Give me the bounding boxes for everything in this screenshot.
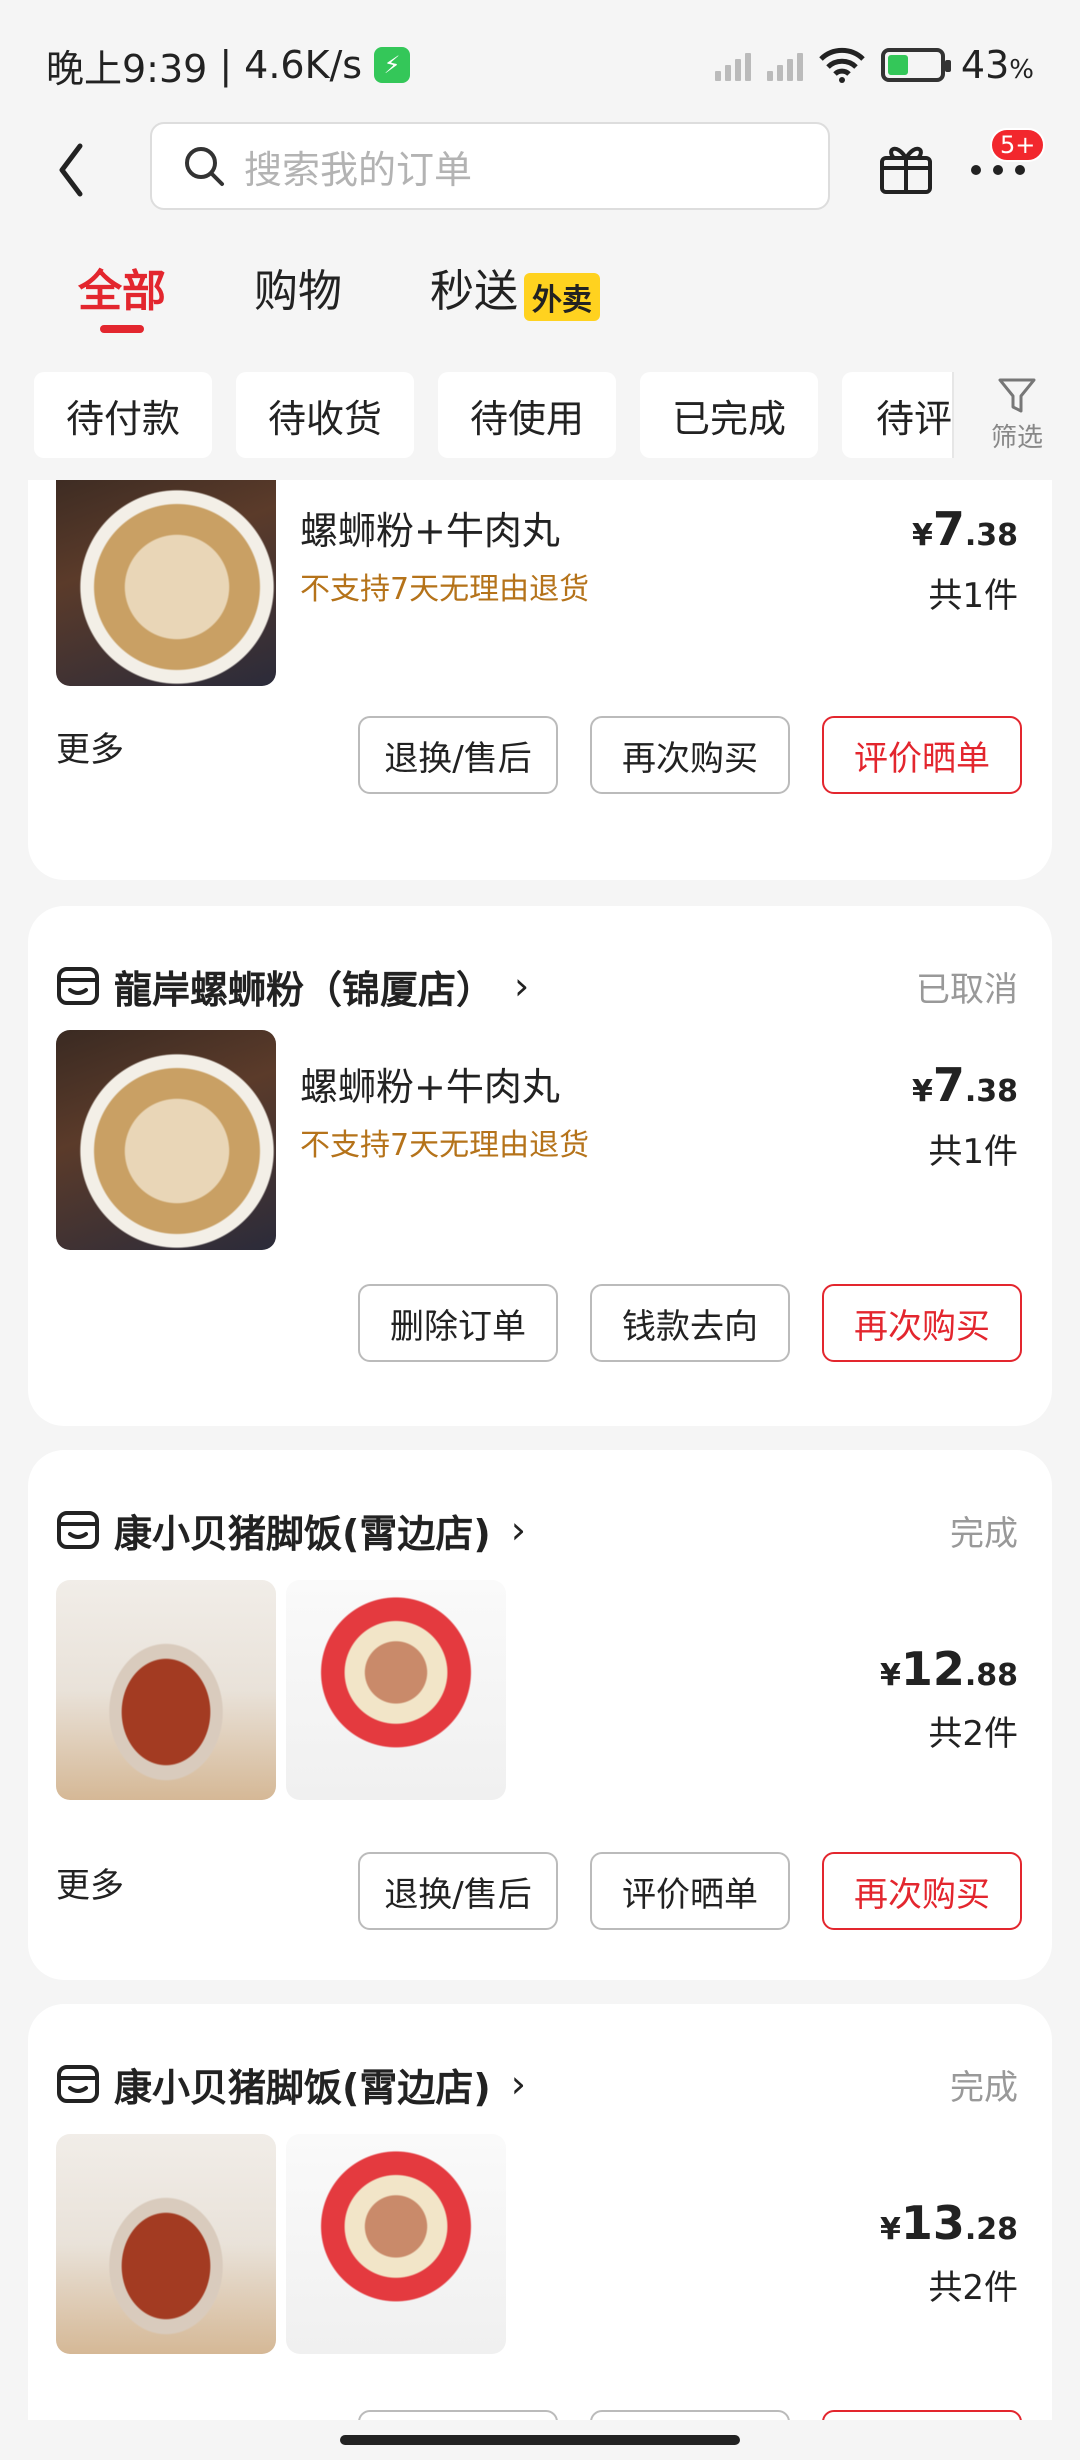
- order-action-button[interactable]: [590, 2410, 790, 2420]
- return-aftersale-button[interactable]: 退换/售后: [358, 716, 558, 794]
- signal-icon-2: [766, 49, 803, 81]
- shop-icon: [57, 2065, 99, 2103]
- chip-completed[interactable]: 已完成: [640, 372, 818, 458]
- product-image[interactable]: [286, 2134, 506, 2354]
- chevron-right-icon: ›: [510, 1508, 526, 1552]
- status-bar: 晚上9:39 | 4.6K/s ⚡ 43%: [0, 0, 1080, 130]
- product-image[interactable]: [286, 1580, 506, 1800]
- search-icon: [185, 147, 224, 186]
- chip-pending-receipt[interactable]: 待收货: [236, 372, 414, 458]
- top-header: 晚上9:39 | 4.6K/s ⚡ 43% 搜索我的订单 5+ 全部 购物 秒送…: [0, 0, 1080, 480]
- shop-header[interactable]: 康小贝猪脚饭(霄边店) ›: [56, 1502, 526, 1558]
- tab-bar: 全部 购物 秒送 外卖: [0, 255, 1080, 335]
- order-action-button[interactable]: [358, 2410, 558, 2420]
- item-name: 螺蛳粉+牛肉丸: [300, 1065, 560, 1109]
- shop-header[interactable]: 龍岸螺蛳粉（锦厦店） ›: [56, 958, 529, 1014]
- tab-express[interactable]: 秒送: [430, 255, 518, 319]
- order-card: 龍岸螺蛳粉（锦厦店） › 已取消 螺蛳粉+牛肉丸 不支持7天无理由退货 ¥7.3…: [28, 906, 1052, 1426]
- review-button[interactable]: 评价晒单: [822, 716, 1022, 794]
- tab-shopping[interactable]: 购物: [254, 255, 342, 319]
- item-note: 不支持7天无理由退货: [300, 572, 590, 607]
- chip-pending-use[interactable]: 待使用: [438, 372, 616, 458]
- chevron-right-icon: ›: [514, 964, 530, 1008]
- tab-active-indicator: [100, 325, 144, 333]
- shop-header[interactable]: 康小贝猪脚饭(霄边店) ›: [56, 2056, 526, 2112]
- order-price: ¥7.38: [911, 1058, 1018, 1112]
- item-name: 螺蛳粉+牛肉丸: [300, 509, 560, 553]
- wifi-icon: [819, 47, 865, 83]
- status-right: 43%: [714, 43, 1034, 87]
- filter-chips: 待付款 待收货 待使用 已完成 待评价 筛选: [0, 372, 1080, 458]
- order-price: ¥7.38: [911, 502, 1018, 556]
- product-image[interactable]: [56, 1580, 276, 1800]
- filter-button[interactable]: 筛选: [952, 372, 1080, 458]
- battery-percent: 43%: [960, 43, 1034, 87]
- filter-funnel-icon: [998, 378, 1036, 412]
- notification-badge: 5+: [990, 128, 1046, 162]
- order-quantity: 共1件: [928, 1132, 1018, 1172]
- order-price: ¥13.28: [879, 2196, 1018, 2250]
- product-image[interactable]: [56, 480, 276, 686]
- back-arrow-icon[interactable]: [50, 140, 100, 200]
- shop-name: 康小贝猪脚饭(霄边店): [114, 2065, 491, 2110]
- order-price: ¥12.88: [879, 1642, 1018, 1696]
- shop-icon: [57, 967, 99, 1005]
- order-card: 螺蛳粉+牛肉丸 不支持7天无理由退货 ¥7.38 共1件 更多 退换/售后 再次…: [28, 480, 1052, 880]
- search-placeholder: 搜索我的订单: [244, 147, 473, 192]
- order-card: 康小贝猪脚饭(霄边店) › 完成 ¥12.88 共2件 更多 退换/售后 评价晒…: [28, 1450, 1052, 1980]
- buy-again-button[interactable]: 再次购买: [822, 1284, 1022, 1362]
- buy-again-button[interactable]: 再次购买: [822, 1852, 1022, 1930]
- search-input[interactable]: 搜索我的订单: [150, 122, 830, 210]
- separator: |: [219, 43, 233, 87]
- status-left: 晚上9:39 | 4.6K/s ⚡: [46, 38, 411, 93]
- chevron-right-icon: ›: [510, 2062, 526, 2106]
- battery-icon: [880, 48, 951, 82]
- chip-pending-payment[interactable]: 待付款: [34, 372, 212, 458]
- product-image[interactable]: [56, 1030, 276, 1250]
- item-note: 不支持7天无理由退货: [300, 1128, 590, 1163]
- waimai-tag: 外卖: [524, 273, 600, 321]
- shop-name: 龍岸螺蛳粉（锦厦店）: [114, 967, 495, 1012]
- order-status: 已取消: [916, 970, 1018, 1010]
- clock: 晚上9:39: [46, 46, 208, 91]
- home-indicator[interactable]: [340, 2435, 740, 2445]
- nav-bar: 搜索我的订单 5+: [0, 122, 1080, 212]
- order-card: 康小贝猪脚饭(霄边店) › 完成 ¥13.28 共2件: [28, 2004, 1052, 2420]
- signal-icon: [714, 49, 751, 81]
- order-quantity: 共2件: [928, 1714, 1018, 1754]
- order-status: 完成: [950, 1514, 1018, 1554]
- network-speed: 4.6K/s: [244, 43, 363, 87]
- refund-status-button[interactable]: 钱款去向: [590, 1284, 790, 1362]
- filter-label: 筛选: [990, 422, 1043, 453]
- tab-all[interactable]: 全部: [78, 255, 166, 319]
- product-image[interactable]: [56, 2134, 276, 2354]
- more-link[interactable]: 更多: [56, 1858, 124, 1907]
- order-status: 完成: [950, 2068, 1018, 2108]
- order-quantity: 共1件: [928, 576, 1018, 616]
- order-action-button[interactable]: [822, 2410, 1022, 2420]
- buy-again-button[interactable]: 再次购买: [590, 716, 790, 794]
- review-button[interactable]: 评价晒单: [590, 1852, 790, 1930]
- shop-name: 康小贝猪脚饭(霄边店): [114, 1511, 491, 1556]
- more-link[interactable]: 更多: [56, 722, 124, 771]
- delete-order-button[interactable]: 删除订单: [358, 1284, 558, 1362]
- order-list[interactable]: 螺蛳粉+牛肉丸 不支持7天无理由退货 ¥7.38 共1件 更多 退换/售后 再次…: [0, 480, 1080, 2420]
- shop-icon: [57, 1511, 99, 1549]
- gift-icon[interactable]: [876, 136, 936, 196]
- return-aftersale-button[interactable]: 退换/售后: [358, 1852, 558, 1930]
- order-quantity: 共2件: [928, 2268, 1018, 2308]
- charging-app-icon: ⚡: [374, 47, 411, 83]
